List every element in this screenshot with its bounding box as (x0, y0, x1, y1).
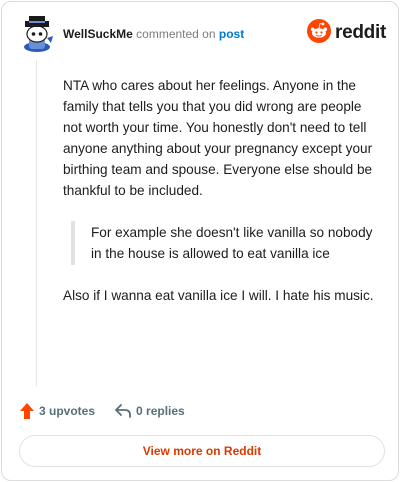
comment-header: WellSuckMe commented on post reddit (20, 16, 386, 52)
post-link[interactable]: post (219, 27, 244, 41)
blockquote: For example she doesn't like vanilla so … (71, 221, 383, 265)
comment-embed-card: WellSuckMe commented on post reddit NTA … (1, 1, 399, 481)
upvotes-stat[interactable]: 3 upvotes (20, 403, 95, 419)
reply-arrow-icon (115, 404, 131, 418)
comment-footer: 3 upvotes 0 replies (20, 401, 185, 421)
upvotes-count: 3 upvotes (39, 404, 96, 418)
comment-paragraph: NTA who cares about her feelings. Anyone… (63, 78, 373, 198)
upvote-arrow-icon (20, 403, 34, 419)
reddit-logo-icon (307, 18, 332, 48)
replies-stat[interactable]: 0 replies (115, 404, 185, 418)
quote-text: For example she doesn't like vanilla so … (91, 225, 373, 261)
reddit-brand[interactable]: reddit (307, 18, 386, 48)
replies-count: 0 replies (136, 404, 185, 418)
reddit-wordmark: reddit (335, 22, 386, 43)
thread-line (36, 60, 37, 386)
comment-closing: Also if I wanna eat vanilla ice I will. … (63, 288, 374, 303)
snoo-avatar[interactable] (20, 16, 54, 52)
comment-body: NTA who cares about her feelings. Anyone… (63, 75, 383, 326)
view-more-button[interactable]: View more on Reddit (19, 435, 385, 467)
author-name[interactable]: WellSuckMe (63, 27, 133, 41)
action-text: commented on (136, 27, 216, 41)
comment-meta: WellSuckMe commented on post (63, 27, 244, 41)
